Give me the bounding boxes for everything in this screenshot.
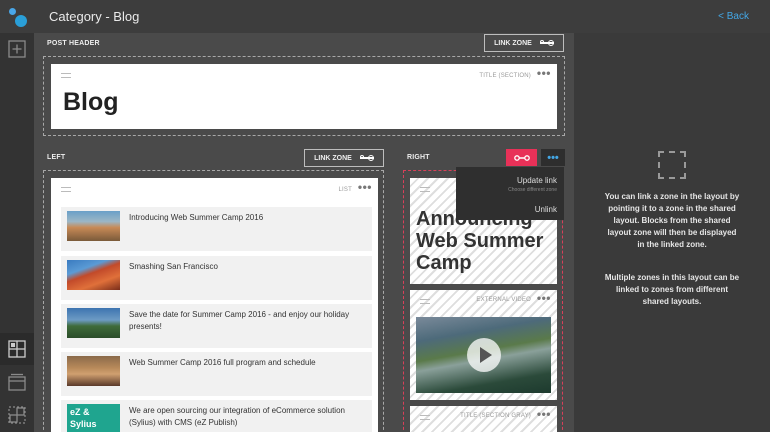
logo-icon[interactable] <box>6 6 28 28</box>
block-type-label: TITLE (SECTION) <box>479 73 531 79</box>
link-zone-button-left[interactable]: LINK ZONE <box>304 149 384 167</box>
more-options-icon[interactable]: ••• <box>537 292 551 304</box>
layout-zones-button[interactable] <box>0 333 34 365</box>
zone-link-menu: Update link Choose different zone Unlink <box>456 167 564 220</box>
link-zone-icon <box>8 406 26 424</box>
link-icon <box>539 40 554 46</box>
zone-label-post-header: POST HEADER <box>47 40 100 47</box>
add-button[interactable] <box>0 33 34 65</box>
block-title-section-gray[interactable]: TITLE (SECTION GRAY) ••• <box>410 406 557 432</box>
shared-layout-button[interactable] <box>0 366 34 398</box>
blog-heading: Blog <box>63 88 119 116</box>
list-item[interactable]: Web Summer Camp 2016 full program and sc… <box>61 352 372 396</box>
block-type-label: TITLE (SECTION GRAY) <box>460 413 531 419</box>
list-item[interactable]: Save the date for Summer Camp 2016 - and… <box>61 304 372 348</box>
video-thumbnail[interactable] <box>416 317 551 393</box>
top-bar: Category - Blog < Back <box>0 0 770 33</box>
layout-zones-icon <box>8 340 26 358</box>
more-options-icon[interactable]: ••• <box>537 67 551 79</box>
more-options-icon[interactable]: ••• <box>537 408 551 420</box>
info-paragraph-1: You can link a zone in the layout by poi… <box>604 192 740 249</box>
list-item[interactable]: Smashing San Francisco <box>61 256 372 300</box>
zone-label-left: LEFT <box>47 154 66 161</box>
unlink-menu-item[interactable]: Unlink <box>535 205 557 214</box>
zone-label-right: RIGHT <box>407 154 430 161</box>
info-paragraph-2: Multiple zones in this layout can be lin… <box>604 273 740 306</box>
zone-options-button[interactable]: ••• <box>541 149 565 166</box>
thumbnail-image <box>67 211 120 241</box>
list-item-title: Web Summer Camp 2016 full program and sc… <box>129 358 316 367</box>
drag-handle-icon[interactable] <box>420 415 430 420</box>
shared-layout-icon <box>8 373 26 391</box>
drag-handle-icon[interactable] <box>61 187 71 192</box>
block-title-section[interactable]: TITLE (SECTION) ••• Blog <box>51 64 557 129</box>
block-type-label: LIST <box>338 187 352 193</box>
info-panel: You can link a zone in the layout by poi… <box>574 33 770 432</box>
left-rail <box>0 33 34 432</box>
block-list[interactable]: LIST ••• Introducing Web Summer Camp 201… <box>51 178 378 432</box>
list-item-title: Introducing Web Summer Camp 2016 <box>129 213 264 222</box>
zone-post-header[interactable]: TITLE (SECTION) ••• Blog <box>43 56 565 136</box>
link-zone-button-post-header[interactable]: LINK ZONE <box>484 34 564 52</box>
list-item-title: We are open sourcing our integration of … <box>129 406 345 427</box>
link-zone-rail-button[interactable] <box>0 399 34 431</box>
more-options-icon: ••• <box>547 151 559 164</box>
block-external-video[interactable]: EXTERNAL VIDEO ••• <box>410 290 557 400</box>
link-zone-label: LINK ZONE <box>314 154 352 162</box>
block-type-label: EXTERNAL VIDEO <box>476 297 531 303</box>
drag-handle-icon[interactable] <box>420 187 430 192</box>
more-options-icon[interactable]: ••• <box>358 181 372 193</box>
thumbnail-image: eZ & Sylius <box>67 404 120 432</box>
layout-editor: POST HEADER LINK ZONE TITLE (SECTION) ••… <box>34 33 574 432</box>
zone-left[interactable]: LIST ••• Introducing Web Summer Camp 201… <box>43 170 384 432</box>
add-icon <box>8 40 26 58</box>
list-item[interactable]: Introducing Web Summer Camp 2016 <box>61 207 372 251</box>
drag-handle-icon[interactable] <box>420 299 430 304</box>
link-icon <box>513 154 530 161</box>
linked-zone-button[interactable] <box>506 149 537 166</box>
drag-handle-icon[interactable] <box>61 73 71 78</box>
dashed-square-icon <box>658 151 686 179</box>
thumbnail-image <box>67 260 120 290</box>
thumbnail-image <box>67 308 120 338</box>
list-item[interactable]: eZ & Sylius We are open sourcing our int… <box>61 400 372 432</box>
list-item-title: Smashing San Francisco <box>129 262 218 271</box>
play-icon[interactable] <box>467 338 501 372</box>
update-link-menu-item[interactable]: Update link <box>517 176 557 185</box>
thumbnail-image <box>67 356 120 386</box>
link-zone-label: LINK ZONE <box>494 39 532 47</box>
link-icon <box>359 155 374 161</box>
update-link-hint: Choose different zone <box>508 187 557 193</box>
page-title: Category - Blog <box>49 9 140 24</box>
back-link[interactable]: < Back <box>718 11 749 22</box>
list-item-title: Save the date for Summer Camp 2016 - and… <box>129 310 350 331</box>
